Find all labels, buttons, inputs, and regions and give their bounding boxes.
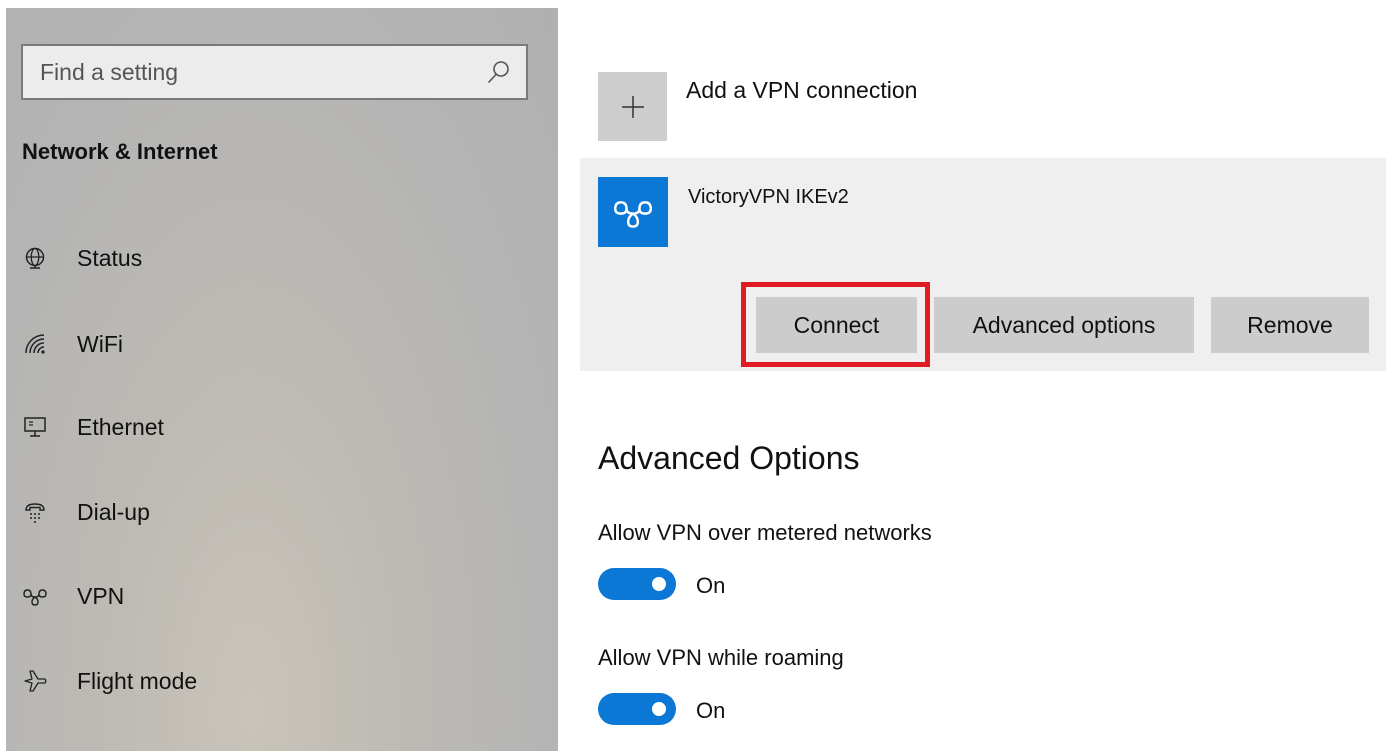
metered-networks-label: Allow VPN over metered networks [598, 520, 932, 545]
sidebar-left-gap [0, 0, 6, 751]
sidebar-item-ethernet[interactable]: Ethernet [0, 397, 558, 457]
metered-networks-toggle[interactable] [598, 568, 676, 600]
sidebar-item-label: Ethernet [77, 413, 164, 440]
connect-button[interactable]: Connect [756, 297, 917, 353]
dialup-icon [25, 503, 45, 523]
sidebar-item-label: VPN [77, 582, 125, 609]
toggle-knob [652, 577, 666, 591]
remove-button[interactable]: Remove [1211, 297, 1369, 353]
sidebar-item-dialup[interactable]: Dial-up [0, 482, 558, 542]
sidebar: Network & Internet Status WiFi [0, 0, 558, 751]
search-input[interactable] [23, 46, 526, 98]
add-vpn-button[interactable] [598, 72, 667, 141]
add-vpn-label[interactable]: Add a VPN connection [686, 77, 917, 104]
vpn-icon [614, 201, 652, 228]
globe-icon [25, 247, 45, 269]
sidebar-item-flight-mode[interactable]: Flight mode [0, 651, 558, 711]
search-icon[interactable] [486, 59, 512, 87]
sidebar-item-vpn[interactable]: VPN [0, 566, 558, 626]
roaming-toggle[interactable] [598, 693, 676, 725]
sidebar-item-label: Dial-up [77, 498, 150, 525]
vpn-connection-name: VictoryVPN IKEv2 [688, 186, 849, 208]
metered-networks-state: On [696, 573, 726, 598]
roaming-state: On [696, 698, 726, 723]
roaming-label: Allow VPN while roaming [598, 645, 844, 670]
sidebar-top-gap [0, 0, 558, 8]
plus-icon [621, 95, 644, 118]
ethernet-icon [24, 417, 46, 437]
sidebar-item-label: Status [77, 244, 143, 271]
sidebar-item-wifi[interactable]: WiFi [0, 314, 558, 374]
toggle-knob [652, 702, 666, 716]
wifi-icon [25, 334, 45, 354]
sidebar-item-label: Flight mode [77, 667, 198, 694]
vpn-connection-logo [598, 177, 668, 247]
advanced-options-heading: Advanced Options [598, 440, 860, 476]
airplane-icon [24, 670, 47, 692]
section-title: Network & Internet [22, 139, 218, 164]
advanced-options-button[interactable]: Advanced options [934, 297, 1194, 353]
search-box[interactable] [21, 44, 528, 100]
sidebar-item-status[interactable]: Status [0, 228, 558, 288]
sidebar-item-label: WiFi [77, 330, 123, 357]
vpn-icon [23, 589, 47, 606]
